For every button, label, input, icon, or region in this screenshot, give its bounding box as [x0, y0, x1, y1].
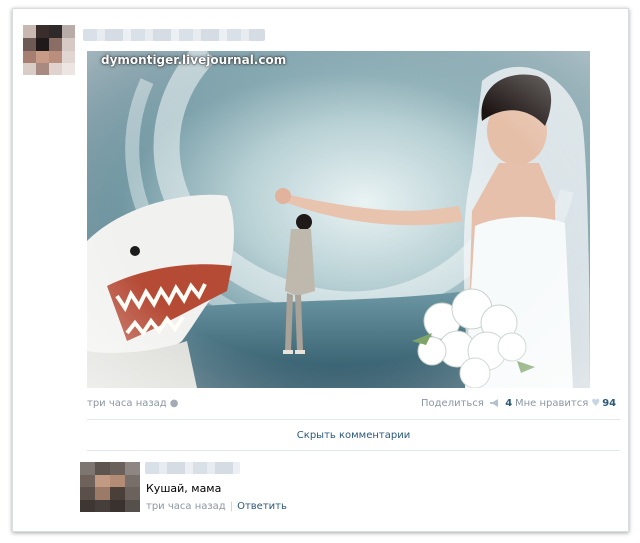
reply-link[interactable]: Ответить — [237, 501, 287, 512]
comment-time[interactable]: три часа назад — [146, 501, 226, 512]
meta-divider — [87, 419, 620, 420]
post-photo[interactable]: dymontiger.livejournal.com — [87, 51, 590, 388]
like-label[interactable]: Мне нравится — [515, 398, 588, 409]
author-avatar[interactable] — [23, 25, 75, 75]
photo-watermark: dymontiger.livejournal.com — [101, 53, 287, 67]
author-name-blurred[interactable] — [83, 29, 265, 41]
post-meta: три часа назад ● Поделиться 4 Мне нравитс… — [87, 398, 620, 412]
post-card: dymontiger.livejournal.com три часа наза… — [12, 8, 629, 532]
commenter-avatar[interactable] — [80, 462, 140, 512]
like-count: 94 — [602, 398, 617, 409]
heart-icon: ♥ — [591, 398, 601, 409]
comment-meta: три часа назад | Ответить — [146, 501, 287, 512]
megaphone-icon — [490, 399, 499, 407]
share-button[interactable]: Поделиться 4 — [421, 398, 512, 409]
post-time[interactable]: три часа назад ● — [87, 398, 178, 409]
photo-illustration — [87, 51, 590, 388]
apple-icon: ● — [169, 398, 179, 409]
hide-comments-link[interactable]: Скрыть комментарии — [87, 430, 620, 441]
like-button[interactable]: Мне нравится ♥ 94 — [515, 398, 616, 409]
comments-divider — [87, 450, 620, 451]
comment-text: Кушай, мама — [146, 482, 222, 495]
commenter-name-blurred[interactable] — [145, 462, 240, 474]
share-label[interactable]: Поделиться — [421, 398, 484, 409]
share-count: 4 — [505, 398, 513, 409]
post-time-label[interactable]: три часа назад — [87, 398, 167, 409]
separator: | — [229, 501, 234, 512]
